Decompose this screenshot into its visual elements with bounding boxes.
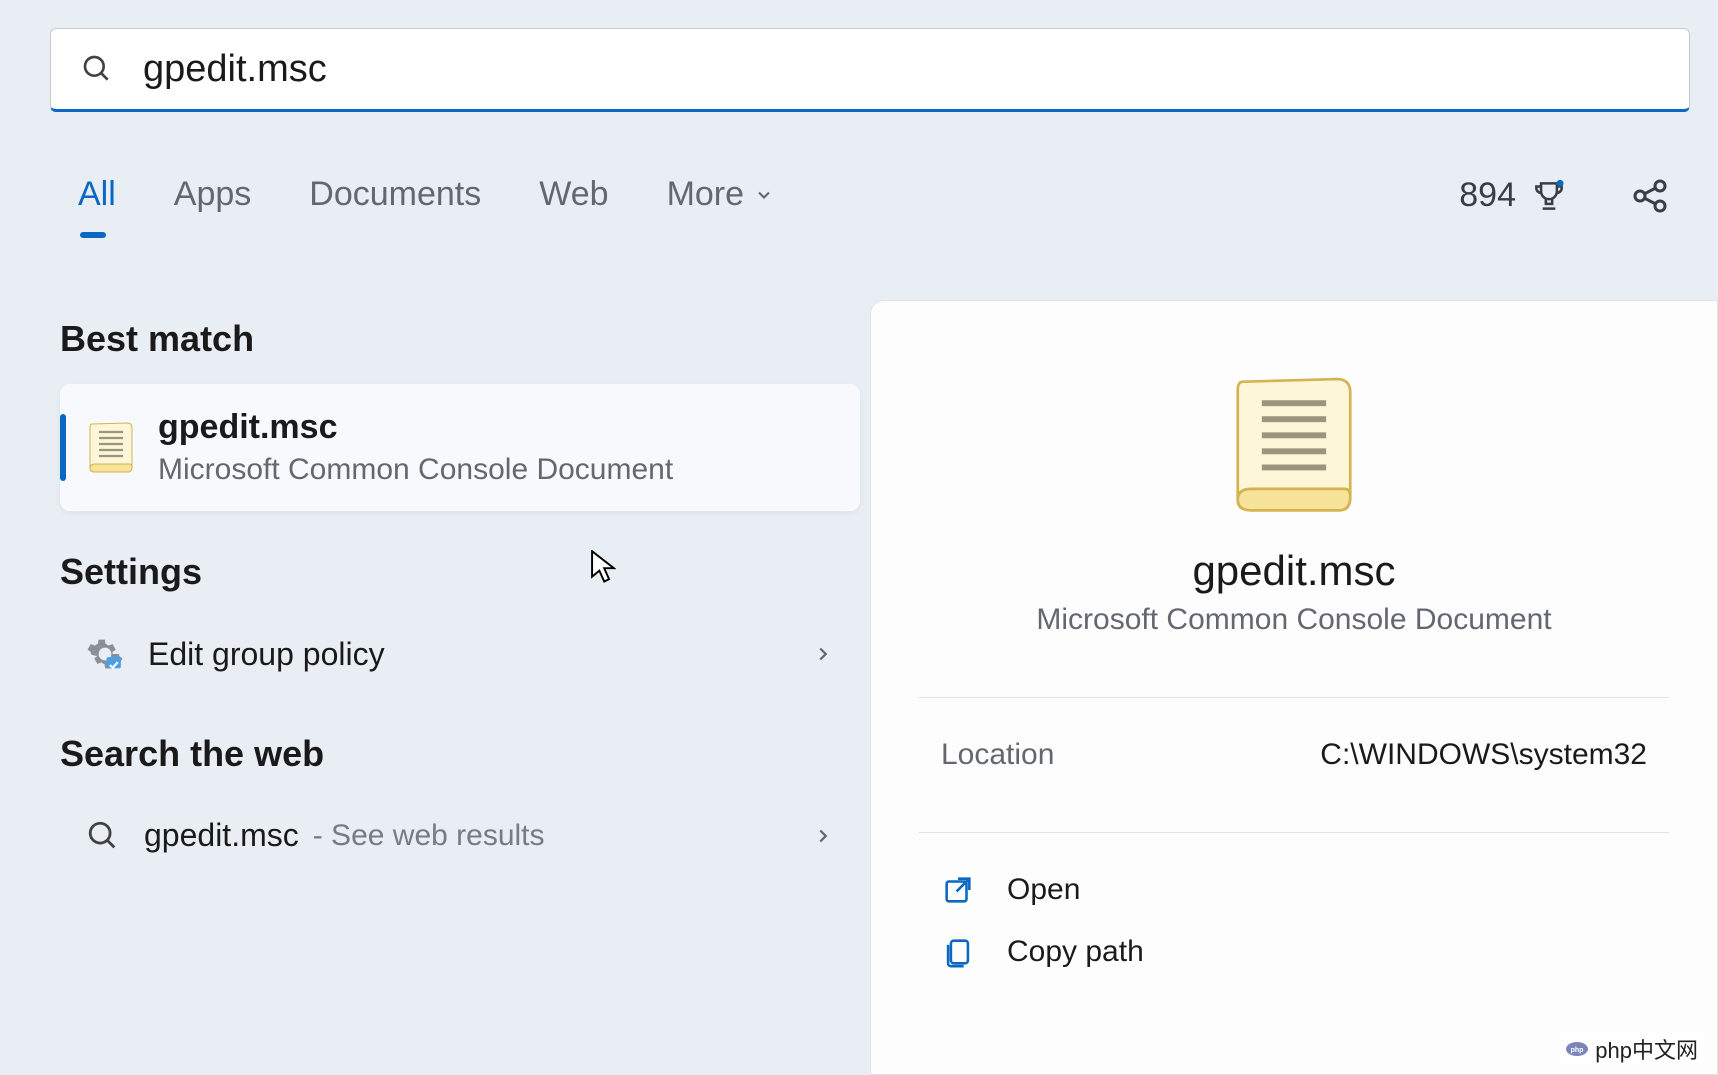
location-label: Location <box>941 738 1054 772</box>
tab-apps[interactable]: Apps <box>174 175 252 214</box>
share-icon[interactable] <box>1630 176 1670 216</box>
section-header-best-match: Best match <box>60 318 860 360</box>
chevron-right-icon <box>812 643 834 665</box>
result-title: gpedit.msc <box>158 408 834 447</box>
rewards-points: 894 <box>1459 176 1516 215</box>
result-subtitle: Microsoft Common Console Document <box>158 453 834 487</box>
location-row: Location C:\WINDOWS\system32 <box>941 738 1647 772</box>
tab-documents[interactable]: Documents <box>309 175 481 214</box>
search-input[interactable] <box>143 48 1689 91</box>
preview-panel: gpedit.msc Microsoft Common Console Docu… <box>870 300 1718 1075</box>
action-copy-path[interactable]: Copy path <box>941 935 1717 969</box>
msc-document-icon <box>86 420 136 476</box>
php-logo-icon: php <box>1565 1037 1589 1061</box>
preview-subtitle: Microsoft Common Console Document <box>1036 603 1551 637</box>
tab-more[interactable]: More <box>667 175 774 214</box>
rewards-display[interactable]: 894 <box>1459 176 1568 215</box>
action-copy-path-label: Copy path <box>1007 935 1144 969</box>
location-value: C:\WINDOWS\system32 <box>1320 738 1647 772</box>
tab-all[interactable]: All <box>78 175 116 214</box>
divider <box>919 832 1669 833</box>
open-external-icon <box>941 873 975 907</box>
search-box[interactable] <box>50 28 1690 112</box>
web-search-item[interactable]: gpedit.msc - See web results <box>60 799 860 872</box>
section-header-settings: Settings <box>60 551 860 593</box>
msc-document-icon <box>1224 371 1364 521</box>
action-open-label: Open <box>1007 873 1080 907</box>
gear-icon <box>86 635 124 673</box>
web-suffix-label: - See web results <box>313 819 812 853</box>
tab-web[interactable]: Web <box>539 175 608 214</box>
settings-item-edit-group-policy[interactable]: Edit group policy <box>60 617 860 691</box>
watermark-text: php中文网 <box>1595 1033 1698 1065</box>
chevron-right-icon <box>812 825 834 847</box>
trophy-icon <box>1530 177 1568 215</box>
preview-title: gpedit.msc <box>1192 547 1395 595</box>
divider <box>919 697 1669 698</box>
search-icon <box>81 53 113 85</box>
search-icon <box>86 819 120 853</box>
best-match-result[interactable]: gpedit.msc Microsoft Common Console Docu… <box>60 384 860 511</box>
section-header-web: Search the web <box>60 733 860 775</box>
copy-icon <box>941 935 975 969</box>
tab-more-label: More <box>667 175 744 214</box>
web-query-label: gpedit.msc <box>144 817 299 854</box>
watermark: php php中文网 <box>1557 1031 1706 1067</box>
chevron-down-icon <box>754 185 774 205</box>
action-open[interactable]: Open <box>941 873 1717 907</box>
filter-tabs: All Apps Documents Web More <box>78 175 774 214</box>
svg-text:php: php <box>1571 1047 1584 1054</box>
results-column: Best match gpedit.msc Microsoft Common C… <box>60 318 860 872</box>
settings-item-label: Edit group policy <box>148 636 812 673</box>
